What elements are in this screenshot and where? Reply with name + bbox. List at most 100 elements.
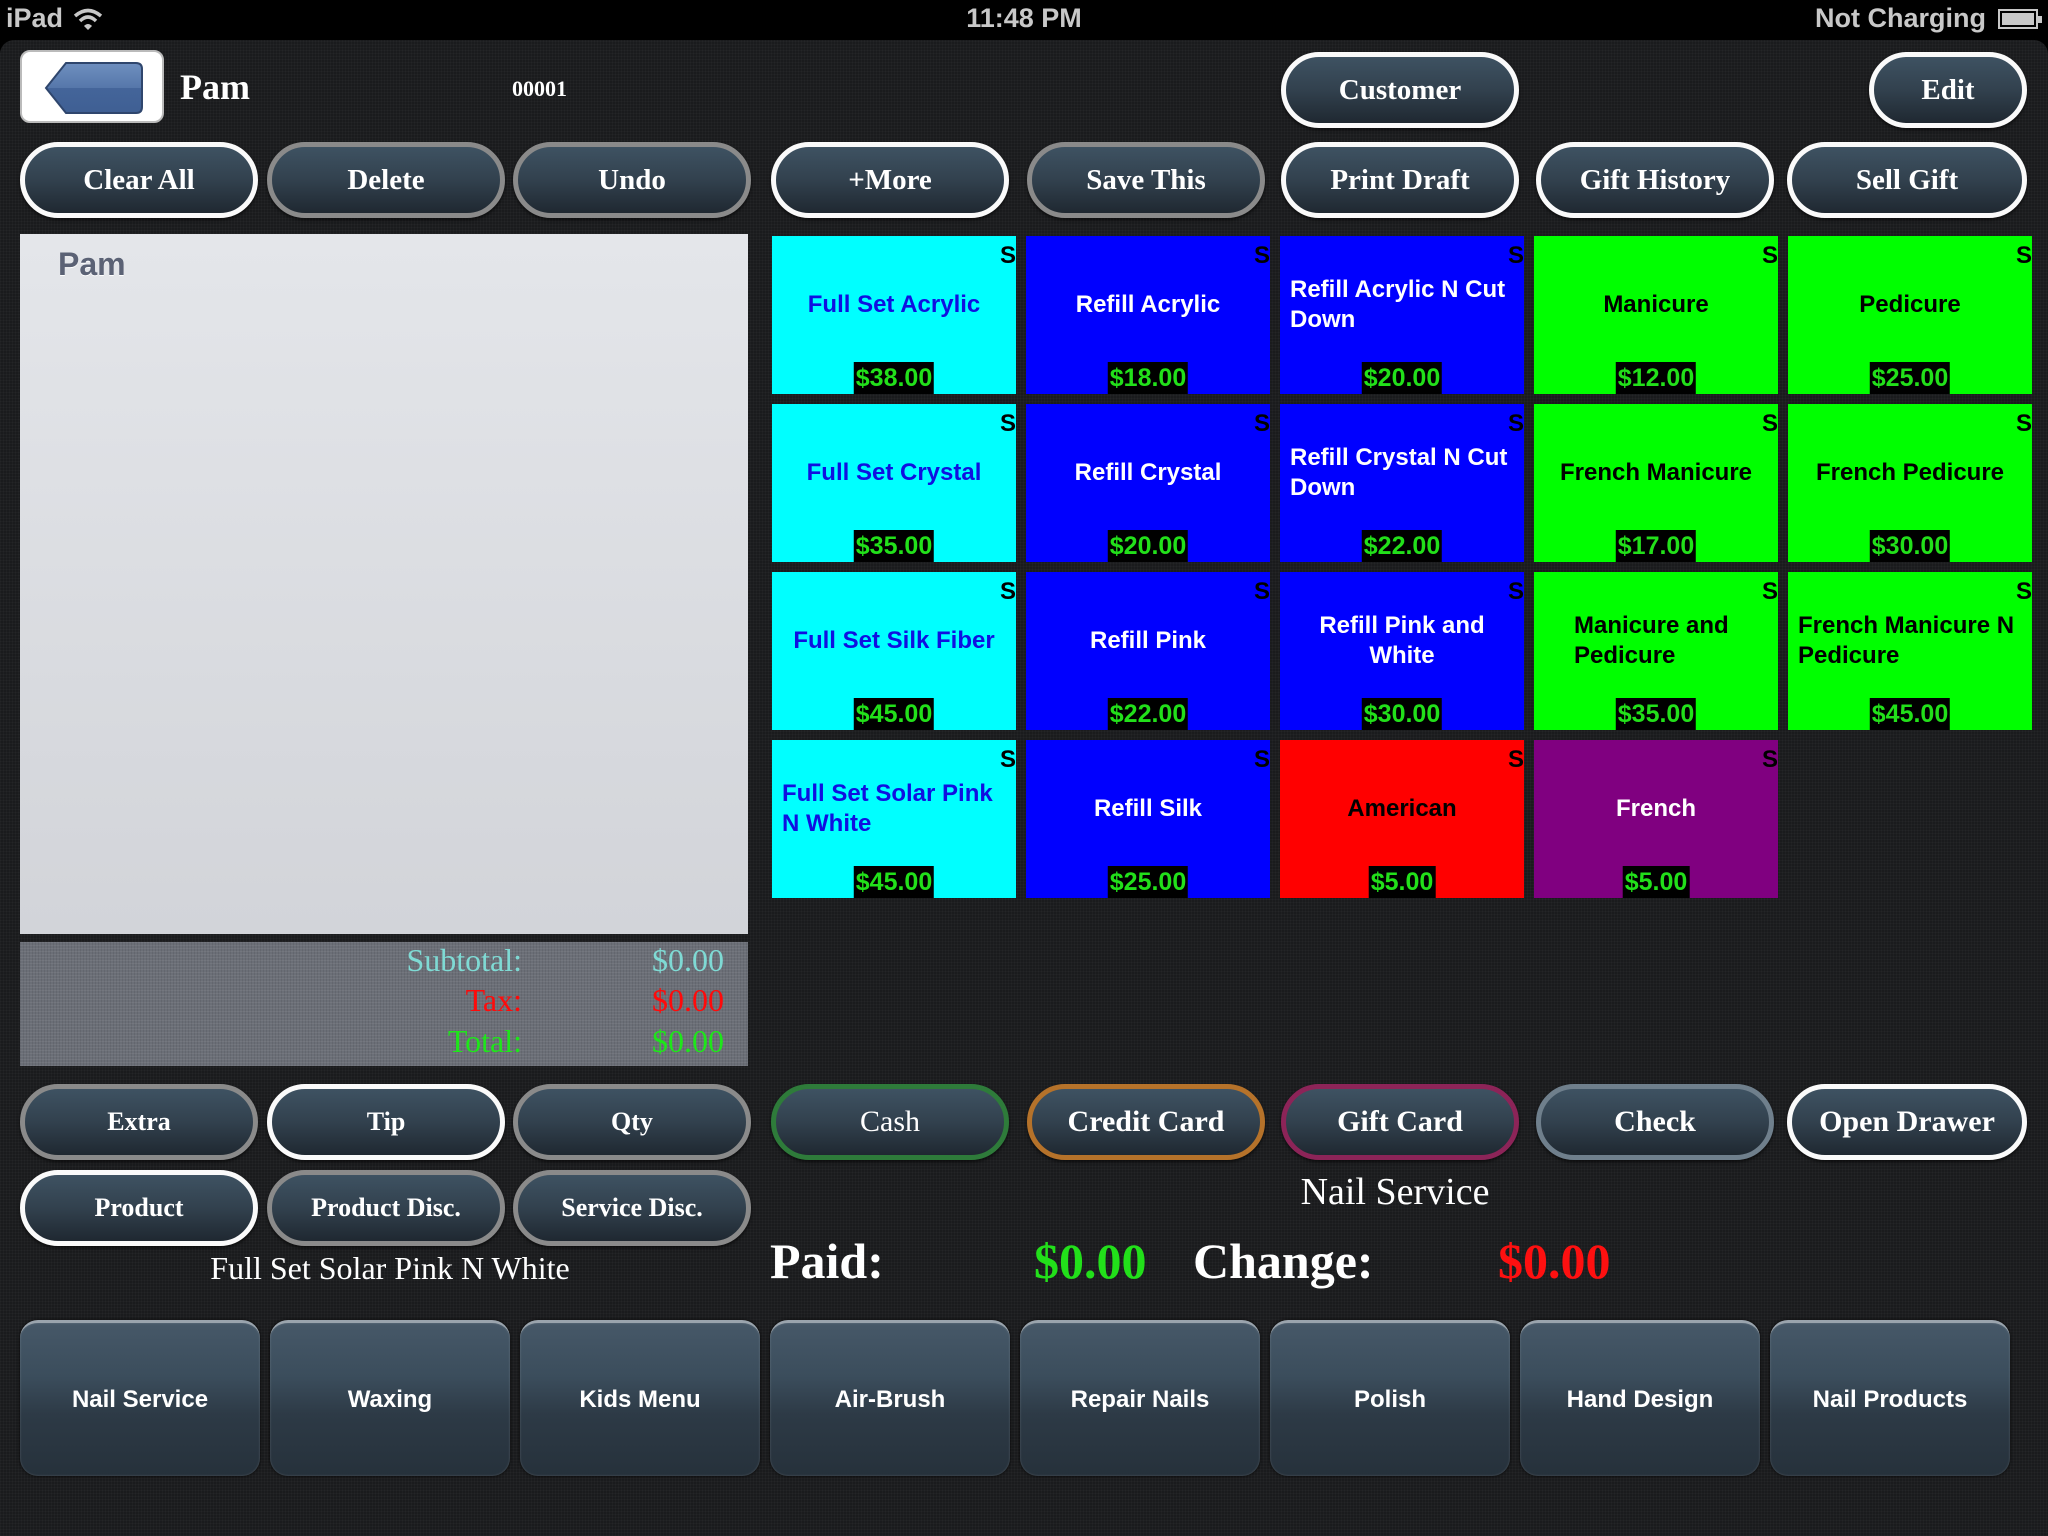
service-tile-french-manicure[interactable]: S French Manicure $17.00 [1534,404,1778,562]
current-category-label: Nail Service [1300,1171,1490,1213]
service-name: Pedicure [1859,291,1961,318]
total-row: Total: $0.00 [20,1023,748,1063]
service-tile-american[interactable]: S American $5.00 [1280,740,1524,898]
service-tile-refill-crystal[interactable]: S Refill Crystal $20.00 [1026,404,1270,562]
service-tile-pedicure[interactable]: S Pedicure $25.00 [1788,236,2032,394]
service-price: $45.00 [853,698,935,730]
service-name: American [1347,795,1457,822]
service-tile-full-set-acrylic[interactable]: S Full Set Acrylic $38.00 [772,236,1016,394]
pos-app: Pam 00001 Customer Edit Clear All Delete U… [0,40,2048,1536]
service-price: $18.00 [1107,362,1189,394]
service-tile-refill-acrylic-n-cut-down[interactable]: S Refill Acrylic N Cut Down $20.00 [1280,236,1524,394]
service-tile-refill-crystal-n-cut-down[interactable]: S Refill Crystal N Cut Down $22.00 [1280,404,1524,562]
service-name: French Manicure N Pedicure [1798,612,2015,669]
gift-card-payment-button[interactable]: Gift Card [1281,1084,1519,1160]
cash-payment-button[interactable]: Cash [771,1084,1009,1160]
clear-all-button[interactable]: Clear All [20,142,258,218]
service-tile-manicure[interactable]: S Manicure $12.00 [1534,236,1778,394]
customer-name-title: Pam [180,67,250,107]
undo-button[interactable]: Undo [513,142,751,218]
gift-history-button[interactable]: Gift History [1536,142,1774,218]
print-draft-button[interactable]: Print Draft [1281,142,1519,218]
tax-row: Tax: $0.00 [20,982,748,1022]
battery-icon [1998,8,2042,29]
service-price: $35.00 [853,530,935,562]
subtotal-row: Subtotal: $0.00 [20,942,748,982]
sell-gift-button[interactable]: Sell Gift [1787,142,2027,218]
service-tile-refill-pink[interactable]: S Refill Pink $22.00 [1026,572,1270,730]
change-label: Change: [1193,1233,1374,1289]
service-price: $25.00 [1869,362,1951,394]
receipt-panel[interactable]: Pam [20,234,748,934]
service-price: $30.00 [1361,698,1443,730]
service-name: Refill Silk [1093,795,1203,822]
service-price: $20.00 [1107,530,1189,562]
service-name: Full Set Crystal [806,459,982,486]
service-price: $5.00 [1368,866,1436,898]
tax-label: Tax: [465,982,522,1018]
more-button[interactable]: +More [771,142,1009,218]
service-tile-refill-pink-and-white[interactable]: S Refill Pink and White $30.00 [1280,572,1524,730]
category-hand-design[interactable]: Hand Design [1520,1320,1760,1476]
service-price: $12.00 [1615,362,1697,394]
service-price: $35.00 [1615,698,1697,730]
service-tile-full-set-crystal[interactable]: S Full Set Crystal $35.00 [772,404,1016,562]
paid-value: $0.00 [1034,1233,1147,1289]
qty-button[interactable]: Qty [513,1084,751,1160]
service-price: $45.00 [1869,698,1951,730]
back-button[interactable] [20,50,164,123]
service-price: $25.00 [1107,866,1189,898]
category-nail-products[interactable]: Nail Products [1770,1320,2010,1476]
selected-item-label: Full Set Solar Pink N White [210,1250,570,1286]
service-tile-french-pedicure[interactable]: S French Pedicure $30.00 [1788,404,2032,562]
total-value: $0.00 [652,1023,724,1059]
service-tile-french-manicure-n-pedicure[interactable]: S French Manicure N Pedicure $45.00 [1788,572,2032,730]
category-polish[interactable]: Polish [1270,1320,1510,1476]
ticket-number: 00001 [512,76,567,101]
service-price: $22.00 [1361,530,1443,562]
subtotal-label: Subtotal: [406,942,522,978]
back-arrow-icon [44,62,143,114]
status-bar: iPad 11:48 PM Not Charging [0,0,2048,40]
service-name: Manicure and Pedicure [1574,612,1729,669]
edit-button[interactable]: Edit [1869,52,2027,128]
subtotal-value: $0.00 [652,942,724,978]
category-repair-nails[interactable]: Repair Nails [1020,1320,1260,1476]
service-disc-button[interactable]: Service Disc. [513,1170,751,1246]
tax-value: $0.00 [652,982,724,1018]
service-price: $5.00 [1622,866,1690,898]
service-tile-manicure-and-pedicure[interactable]: S Manicure and Pedicure $35.00 [1534,572,1778,730]
service-tile-refill-acrylic[interactable]: S Refill Acrylic $18.00 [1026,236,1270,394]
service-price: $22.00 [1107,698,1189,730]
service-name: Refill Acrylic [1075,291,1221,318]
credit-card-payment-button[interactable]: Credit Card [1027,1084,1265,1160]
service-name: Refill Acrylic N Cut Down [1290,276,1506,333]
check-payment-button[interactable]: Check [1536,1084,1774,1160]
category-nail-service[interactable]: Nail Service [20,1320,260,1476]
product-disc-button[interactable]: Product Disc. [267,1170,505,1246]
service-name: Refill Pink [1089,627,1207,654]
service-tile-full-set-silk-fiber[interactable]: S Full Set Silk Fiber $45.00 [772,572,1016,730]
category-waxing[interactable]: Waxing [270,1320,510,1476]
service-tile-refill-silk[interactable]: S Refill Silk $25.00 [1026,740,1270,898]
product-button[interactable]: Product [20,1170,258,1246]
category-air-brush[interactable]: Air-Brush [770,1320,1010,1476]
receipt-customer-name: Pam [58,246,126,282]
service-tile-french[interactable]: S French $5.00 [1534,740,1778,898]
extra-button[interactable]: Extra [20,1084,258,1160]
battery-status-text: Not Charging [1815,3,1986,33]
tip-button[interactable]: Tip [267,1084,505,1160]
service-tile-full-set-solar-pink-n-white[interactable]: S Full Set Solar Pink N White $45.00 [772,740,1016,898]
service-name: Manicure [1603,291,1709,318]
category-kids-menu[interactable]: Kids Menu [520,1320,760,1476]
open-drawer-payment-button[interactable]: Open Drawer [1787,1084,2027,1160]
service-name: Full Set Silk Fiber [793,627,995,654]
customer-button[interactable]: Customer [1281,52,1519,128]
service-name: French Pedicure [1815,459,2005,486]
total-label: Total: [447,1023,522,1059]
save-this-button[interactable]: Save This [1027,142,1265,218]
change-value: $0.00 [1498,1233,1611,1289]
service-price: $45.00 [853,866,935,898]
service-price: $30.00 [1869,530,1951,562]
delete-button[interactable]: Delete [267,142,505,218]
